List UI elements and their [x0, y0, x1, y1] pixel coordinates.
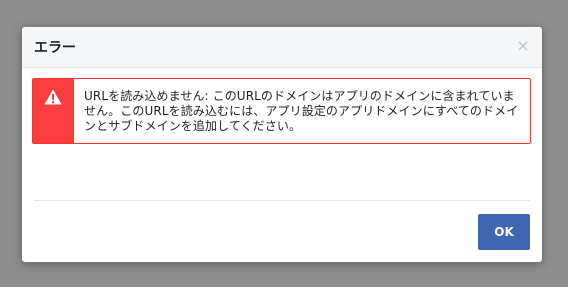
close-icon[interactable]: ×: [516, 37, 530, 55]
dialog-title: エラー: [34, 40, 76, 56]
error-dialog: エラー × URLを読み込めません: このURLのドメインはアプリのドメインに含…: [22, 27, 542, 262]
warning-icon: [44, 89, 62, 105]
error-icon-strip: [33, 79, 74, 143]
error-message-box: URLを読み込めません: このURLのドメインはアプリのドメインに含まれていませ…: [32, 78, 531, 144]
error-message: URLを読み込めません: このURLのドメインはアプリのドメインに含まれていませ…: [84, 89, 519, 133]
ok-button[interactable]: OK: [478, 214, 530, 250]
dialog-header: エラー ×: [22, 27, 542, 68]
footer-divider: [34, 200, 530, 201]
